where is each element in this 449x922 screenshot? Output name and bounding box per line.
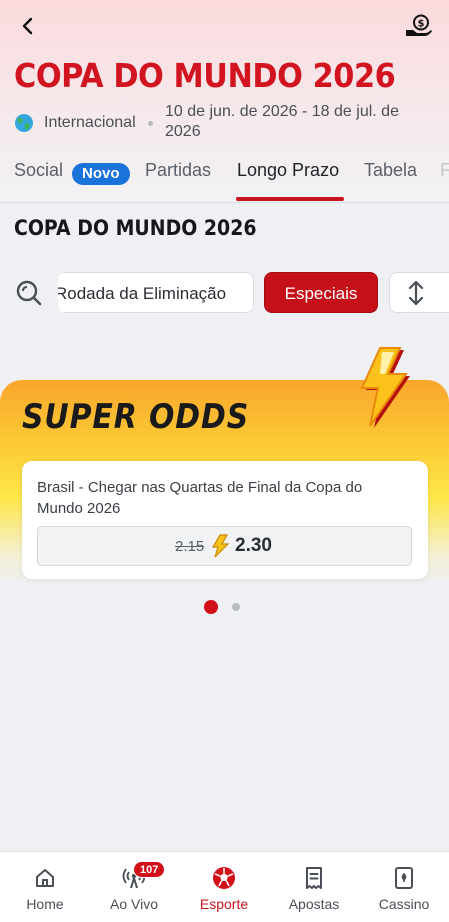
event-dates: 10 de jun. de 2026 - 18 de jul. de 2026 (165, 103, 399, 140)
pagination-dot[interactable] (232, 603, 240, 611)
boost-bolt-icon (211, 534, 229, 558)
bet-slip-icon (306, 867, 322, 889)
sort-button[interactable] (389, 272, 449, 313)
meta-separator (148, 121, 153, 126)
nav-label: Esporte (199, 896, 249, 912)
money-hand-icon: $ (406, 14, 432, 36)
nav-cassino[interactable]: Cassino (359, 852, 449, 922)
nav-label: Ao Vivo (110, 896, 158, 912)
nav-ao-vivo[interactable]: 107 Ao Vivo (89, 852, 179, 922)
old-odds: 2.15 (175, 538, 205, 555)
tab-longo-prazo[interactable]: Longo Prazo (237, 160, 339, 181)
pagination-dot-active[interactable] (204, 600, 218, 614)
lightning-bolt-icon (360, 347, 410, 428)
carousel-pagination (204, 600, 244, 614)
boosted-odds: 2.30 (235, 535, 272, 556)
home-icon (36, 869, 54, 887)
search-button[interactable] (14, 278, 44, 308)
nav-home[interactable]: Home (0, 852, 90, 922)
odds-button[interactable]: 2.15 2.30 (37, 526, 412, 566)
back-arrow-icon (22, 17, 33, 35)
soccer-ball-icon (213, 867, 235, 889)
section-title: COPA DO MUNDO 2026 (14, 216, 257, 240)
tab-bar: Social Novo Partidas Longo Prazo Tabela … (0, 152, 449, 202)
filter-chip-especiais[interactable]: Especiais (264, 272, 378, 313)
event-meta: Internacional 10 de jun. de 2026 - 18 de… (14, 102, 434, 144)
new-badge: Novo (72, 163, 130, 185)
live-count-badge: 107 (133, 861, 166, 878)
nav-esporte[interactable]: Esporte (179, 852, 269, 922)
nav-label: Apostas (288, 896, 340, 912)
back-button[interactable] (14, 12, 42, 40)
nav-label: Cassino (378, 896, 430, 912)
page-title: COPA DO MUNDO 2026 (14, 56, 396, 95)
bet-card: Brasil - Chegar nas Quartas de Final da … (22, 461, 428, 579)
tab-social[interactable]: Social (14, 160, 63, 181)
page-header: $ COPA DO MUNDO 2026 Internacional 10 de… (0, 0, 449, 202)
filter-scroll: Rodada da Eliminação (58, 272, 254, 313)
nav-label: Home (26, 896, 64, 912)
wallet-button[interactable]: $ (403, 12, 435, 40)
bet-description: Brasil - Chegar nas Quartas de Final da … (37, 479, 363, 517)
nav-apostas[interactable]: Apostas (269, 852, 359, 922)
tab-overflow[interactable]: F (440, 160, 449, 181)
divider (0, 202, 449, 203)
bottom-nav: Home 107 Ao Vivo Esporte Apostas Cassino (0, 851, 449, 922)
playing-card-icon (395, 867, 413, 889)
filter-chip-rodada[interactable]: Rodada da Eliminação (58, 272, 254, 313)
globe-icon (15, 114, 33, 132)
region-label: Internacional (44, 114, 136, 131)
super-odds-title: SUPER ODDS (22, 397, 250, 437)
filter-row: Rodada da Eliminação Especiais (0, 272, 449, 314)
sort-arrows-icon (408, 280, 424, 305)
svg-text:$: $ (418, 19, 425, 30)
search-icon (16, 280, 42, 306)
tab-partidas[interactable]: Partidas (145, 160, 211, 181)
active-tab-indicator (236, 197, 344, 201)
tab-tabela[interactable]: Tabela (364, 160, 417, 181)
